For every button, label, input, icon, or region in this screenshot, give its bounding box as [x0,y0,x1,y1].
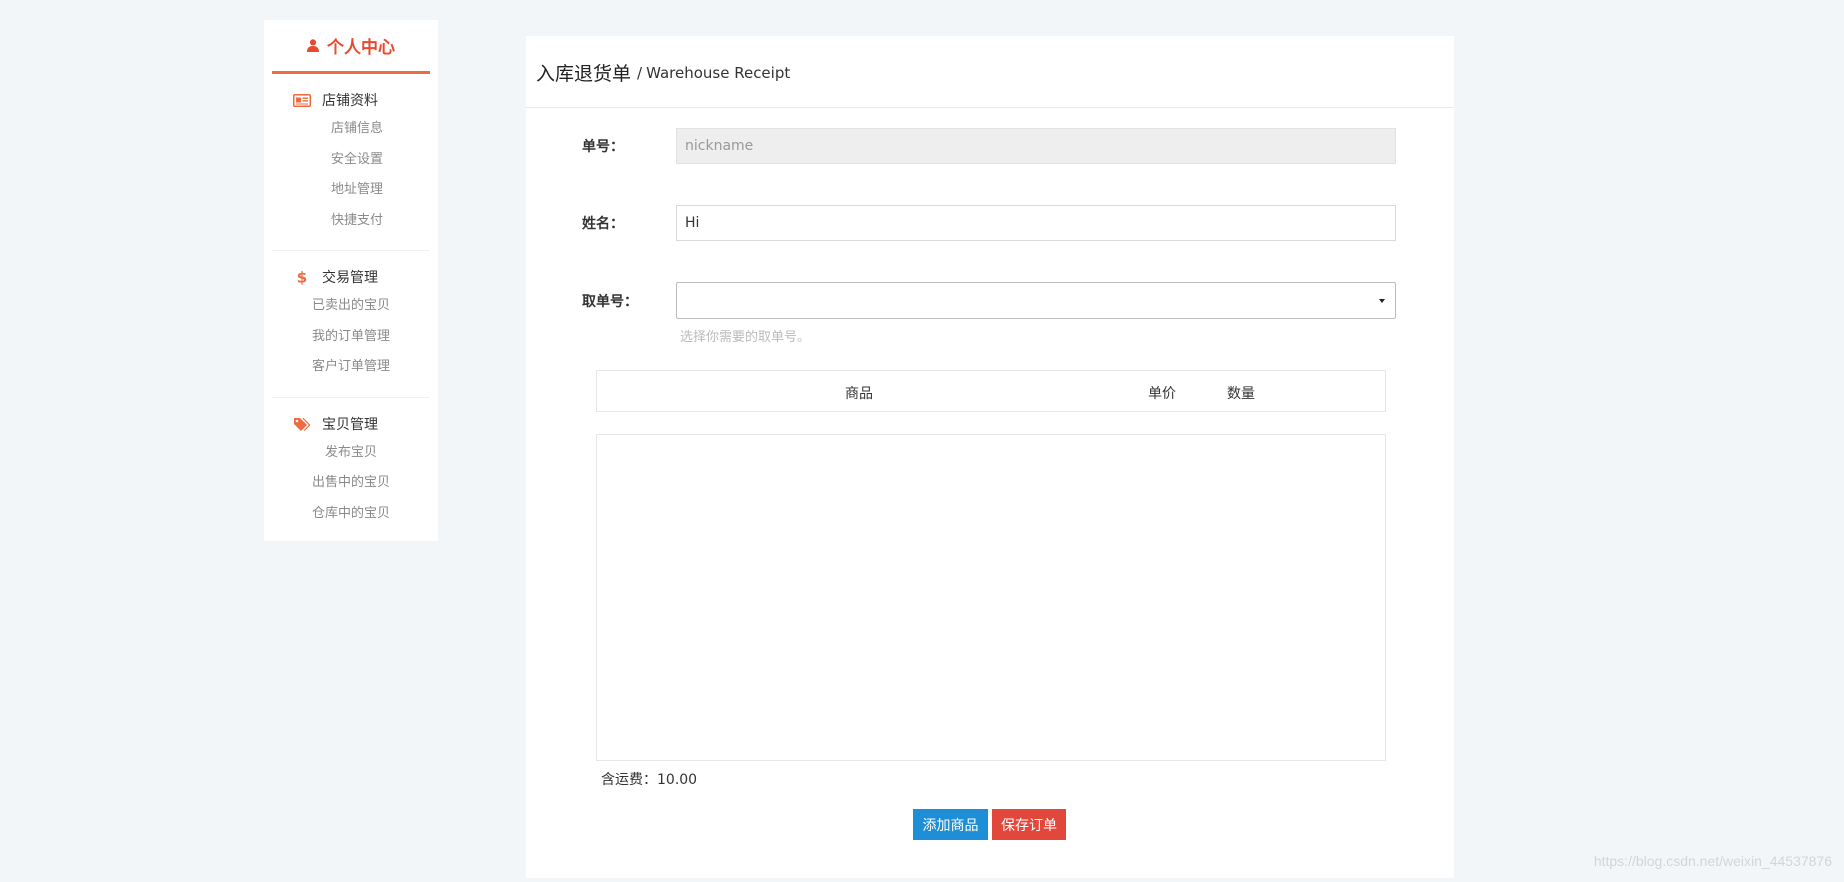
form-row-pickup: 取单号： [582,282,1396,319]
name-label: 姓名： [582,216,624,232]
sidebar-title: 个人中心 [327,38,395,58]
sidebar-item-quick-pay[interactable]: 快捷支付 [264,206,438,237]
sidebar-item-address[interactable]: 地址管理 [264,175,438,206]
column-header-price: 单价 [1148,386,1176,402]
svg-text:$: $ [297,269,307,285]
id-card-icon [292,93,312,107]
sidebar-item-publish[interactable]: 发布宝贝 [272,438,430,469]
user-icon [307,39,319,52]
sidebar-group-trade: $ 交易管理 已卖出的宝贝 我的订单管理 客户订单管理 [272,250,430,397]
pickup-label: 取单号： [582,293,638,310]
name-input[interactable] [676,205,1396,241]
sidebar-item-list: 已卖出的宝贝 我的订单管理 客户订单管理 [272,289,430,397]
sidebar-item-store-info[interactable]: 店铺信息 [264,114,438,145]
caret-down-icon [1379,299,1385,303]
form-row-order-no: 单号： [582,128,1396,164]
sidebar-item-security[interactable]: 安全设置 [264,145,438,176]
product-table-header: 商品 单价 数量 [596,370,1386,412]
pickup-help-text: 选择你需要的取单号。 [680,330,811,345]
sidebar-group-label: 宝贝管理 [322,416,378,433]
tags-icon [292,417,312,431]
sidebar-item-list: 店铺信息 安全设置 地址管理 快捷支付 [264,112,438,250]
sidebar-group-items: 宝贝管理 发布宝贝 出售中的宝贝 仓库中的宝贝 [272,396,430,544]
shipping-fee-text: 含运费：10.00 [601,772,698,788]
page-subtitle: Warehouse Receipt [646,63,791,82]
main-panel: 入库退货单 / Warehouse Receipt 单号： 姓名： 取单号： 选… [526,36,1454,878]
sidebar-item-list: 发布宝贝 出售中的宝贝 仓库中的宝贝 [272,436,430,544]
product-table-body [596,434,1386,761]
title-separator: / [637,63,643,82]
sidebar: 个人中心 店铺资料 店铺信息 安全设置 地址管理 快捷支付 $ 交易管理 已卖出… [264,20,438,541]
sidebar-item-on-sale[interactable]: 出售中的宝贝 [272,468,430,499]
sidebar-group-title-items[interactable]: 宝贝管理 [272,412,430,436]
sidebar-item-customer-orders[interactable]: 客户订单管理 [272,352,430,383]
column-header-product: 商品 [845,386,873,402]
page-title: 入库退货单 [536,63,632,85]
page-header: 入库退货单 / Warehouse Receipt [526,36,1454,108]
sidebar-item-my-orders[interactable]: 我的订单管理 [272,322,430,353]
pickup-select[interactable] [676,282,1396,319]
sidebar-item-in-warehouse[interactable]: 仓库中的宝贝 [272,499,430,530]
order-no-label: 单号： [582,139,624,155]
sidebar-group-label: 店铺资料 [322,93,378,109]
dollar-icon: $ [292,269,312,285]
sidebar-group-store: 店铺资料 店铺信息 安全设置 地址管理 快捷支付 [264,74,438,250]
sidebar-group-title-trade[interactable]: $ 交易管理 [272,265,430,289]
column-header-quantity: 数量 [1227,386,1255,402]
form-row-name: 姓名： [582,205,1396,241]
sidebar-group-label: 交易管理 [322,270,378,286]
order-no-input [676,128,1396,164]
sidebar-item-sold[interactable]: 已卖出的宝贝 [272,291,430,322]
sidebar-header: 个人中心 [272,20,430,74]
save-order-button[interactable]: 保存订单 [992,809,1066,840]
sidebar-group-title-store[interactable]: 店铺资料 [264,88,438,112]
watermark: https://blog.csdn.net/weixin_44537876 [1593,853,1832,869]
add-product-button[interactable]: 添加商品 [913,809,988,840]
